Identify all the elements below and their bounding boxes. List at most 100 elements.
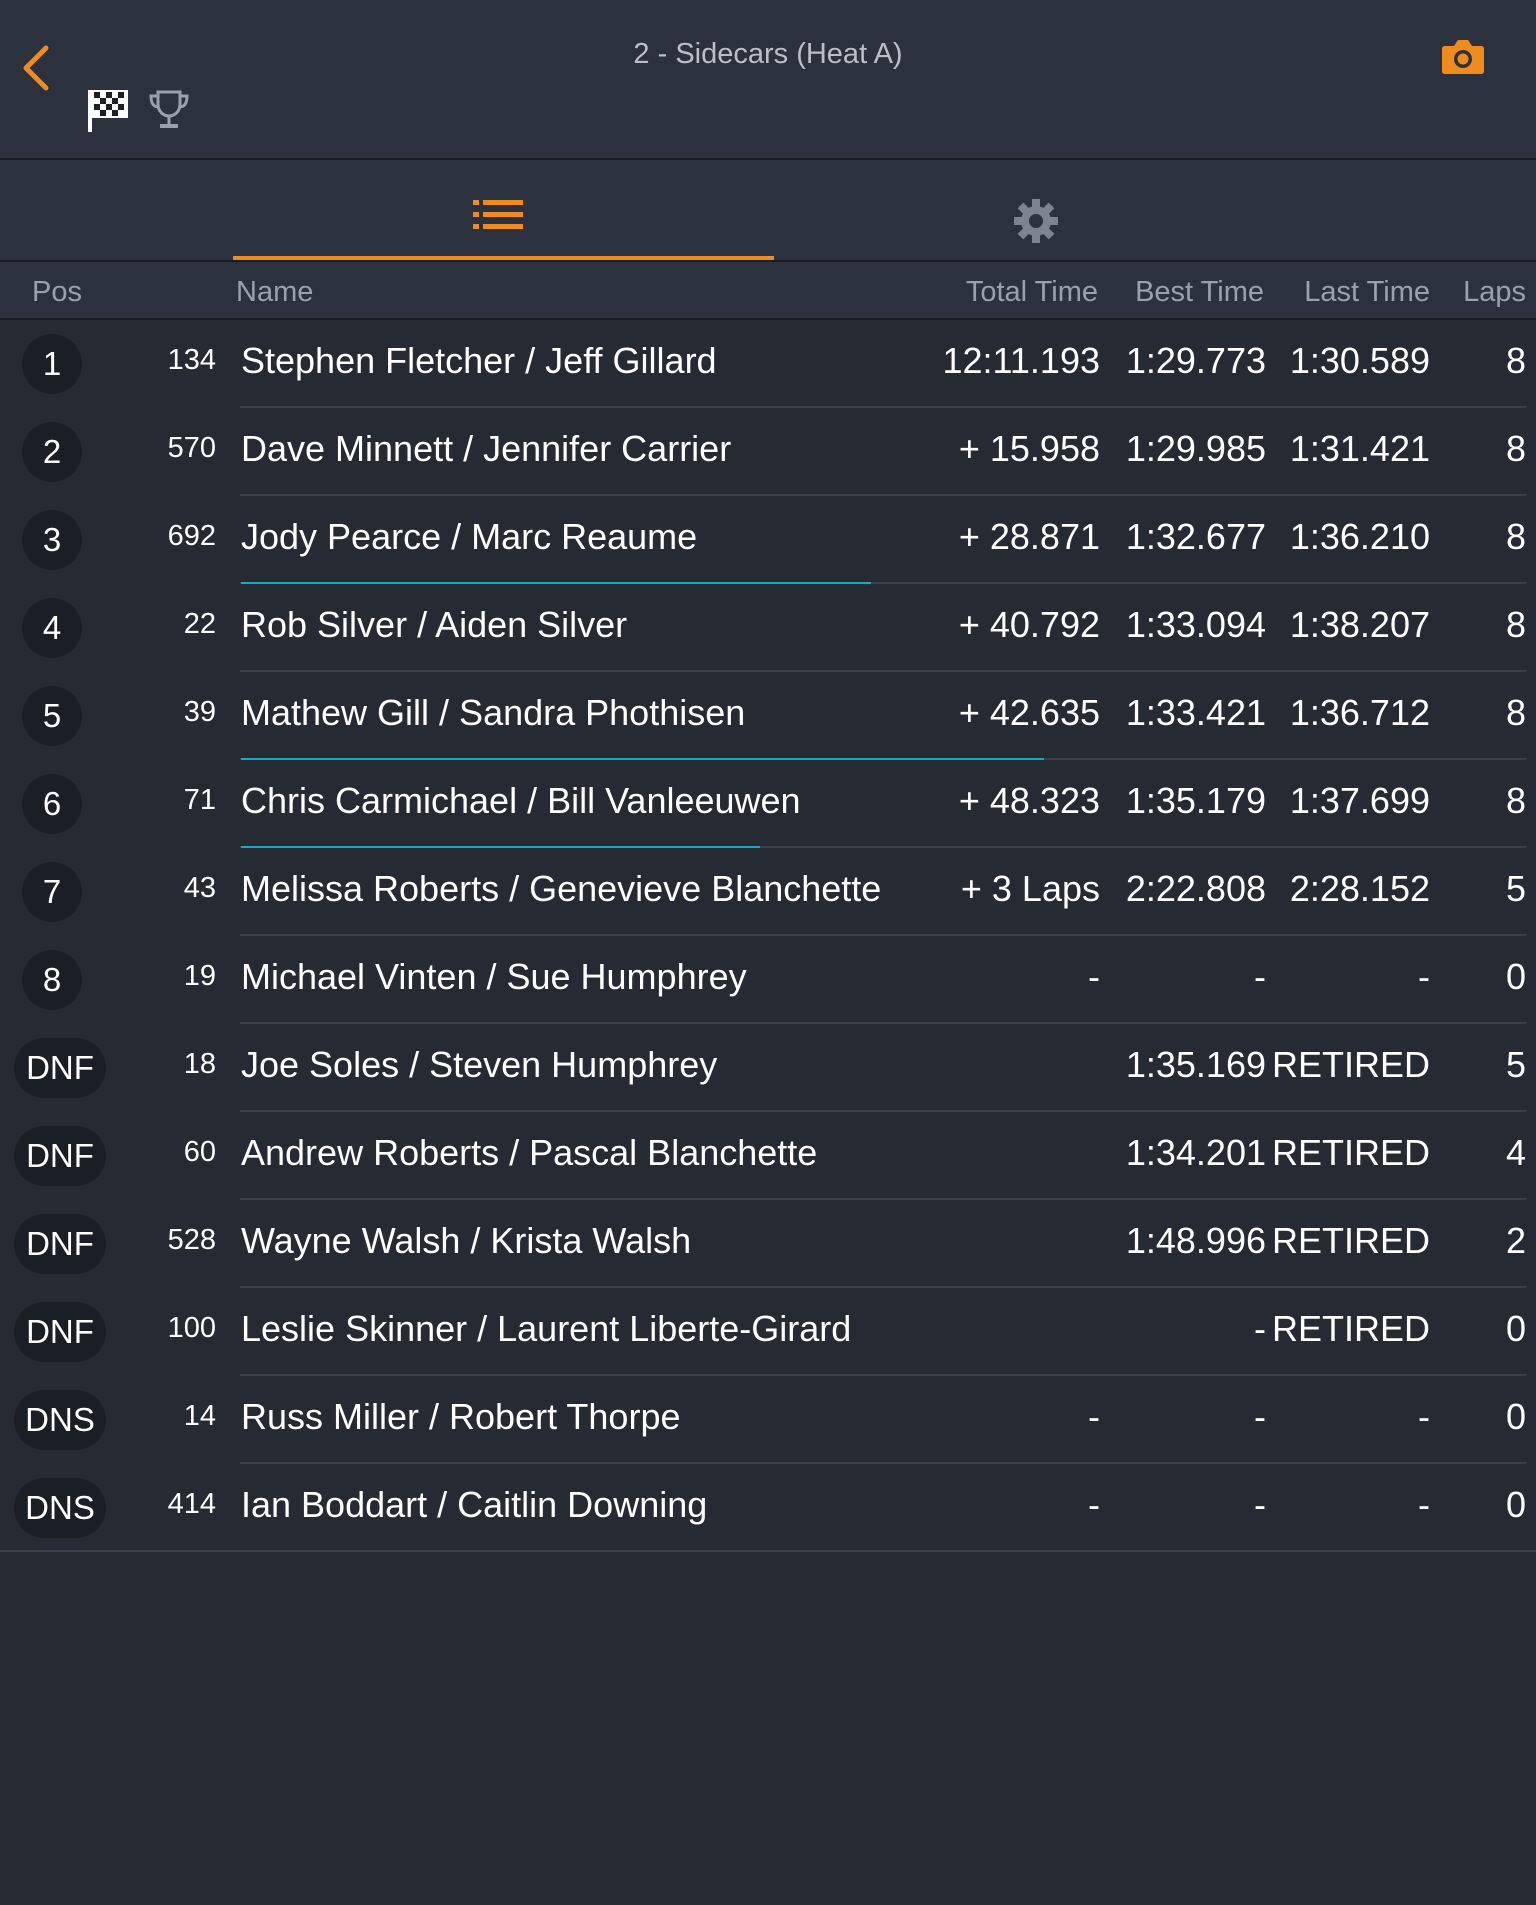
col-pos: Pos [32, 276, 82, 308]
col-laps: Laps [1463, 276, 1526, 308]
best-time: 1:35.179 [1125, 780, 1266, 821]
last-time: 1:37.699 [1289, 780, 1430, 821]
total-time: - [1088, 1484, 1100, 1525]
total-time: - [1088, 956, 1100, 997]
position-badge: DNF [14, 1126, 106, 1186]
trophy-icon[interactable] [148, 88, 190, 132]
competitor-names: Mathew Gill / Sandra Phothisen [241, 692, 746, 733]
laps: 0 [1505, 1484, 1526, 1525]
position-badge: 4 [22, 598, 82, 658]
col-last-time: Last Time [1304, 276, 1430, 308]
race-number: 18 [183, 1048, 216, 1080]
competitor-names: Michael Vinten / Sue Humphrey [241, 956, 747, 997]
competitor-names: Russ Miller / Robert Thorpe [241, 1396, 681, 1437]
competitor-names: Melissa Roberts / Genevieve Blanchette [241, 868, 882, 909]
race-number: 134 [167, 344, 216, 376]
last-time: 2:28.152 [1289, 868, 1430, 909]
last-time: 1:30.589 [1289, 340, 1430, 381]
last-time: RETIRED [1271, 1132, 1430, 1173]
best-time: 1:32.677 [1125, 516, 1266, 557]
race-number: 22 [183, 608, 216, 640]
table-row[interactable]: 3 692 Jody Pearce / Marc Reaume + 28.871 1:3… [0, 496, 1536, 584]
table-row[interactable]: DNF 528 Wayne Walsh / Krista Walsh 1:48.996… [0, 1200, 1536, 1288]
race-number: 100 [167, 1312, 216, 1344]
table-row[interactable]: DNS 414 Ian Boddart / Caitlin Downing - - - 0 [0, 1464, 1536, 1552]
col-best-time: Best Time [1135, 276, 1264, 308]
list-icon [473, 200, 523, 229]
last-time: RETIRED [1271, 1044, 1430, 1085]
table-row[interactable]: 8 19 Michael Vinten / Sue Humphrey - - - 0 [0, 936, 1536, 1024]
laps: 8 [1505, 428, 1526, 469]
col-name: Name [236, 276, 314, 308]
best-time: 1:29.985 [1125, 428, 1266, 469]
table-row[interactable]: 2 570 Dave Minnett / Jennifer Carrier + 15.… [0, 408, 1536, 496]
position-badge: DNS [14, 1478, 106, 1538]
laps: 5 [1505, 868, 1526, 909]
table-row[interactable]: 6 71 Chris Carmichael / Bill Vanleeuwen + 4… [0, 760, 1536, 848]
results-page: 2 - Sidecars (Heat A) Pos Name Total Tim… [0, 0, 1536, 1905]
competitor-names: Joe Soles / Steven Humphrey [241, 1044, 718, 1085]
position-badge: 7 [22, 862, 82, 922]
tab-bar [0, 160, 1536, 262]
position-badge: DNS [14, 1390, 106, 1450]
gear-icon [1014, 199, 1058, 243]
col-total-time: Total Time [965, 276, 1098, 308]
table-row[interactable]: 5 39 Mathew Gill / Sandra Phothisen + 42.63… [0, 672, 1536, 760]
race-number: 19 [183, 960, 216, 992]
last-time: 1:36.712 [1289, 692, 1430, 733]
total-time: + 40.792 [958, 604, 1100, 645]
laps: 0 [1505, 1308, 1526, 1349]
best-time: - [1254, 956, 1266, 997]
table-row[interactable]: DNF 18 Joe Soles / Steven Humphrey 1:35.169… [0, 1024, 1536, 1112]
competitor-names: Rob Silver / Aiden Silver [241, 604, 628, 645]
best-time: 1:33.094 [1125, 604, 1266, 645]
position-badge: 8 [22, 950, 82, 1010]
best-time: - [1254, 1396, 1266, 1437]
position-badge: 5 [22, 686, 82, 746]
best-time: 1:35.169 [1125, 1044, 1266, 1085]
tab-settings[interactable] [774, 160, 1315, 260]
total-time: + 28.871 [958, 516, 1100, 557]
best-time: 2:22.808 [1125, 868, 1266, 909]
total-time: + 48.323 [958, 780, 1100, 821]
last-time: 1:38.207 [1289, 604, 1430, 645]
laps: 2 [1505, 1220, 1526, 1261]
last-time: 1:31.421 [1289, 428, 1430, 469]
race-number: 414 [167, 1488, 216, 1520]
best-time: - [1254, 1308, 1266, 1349]
laps: 0 [1505, 1396, 1526, 1437]
best-time: 1:48.996 [1125, 1220, 1266, 1261]
table-row[interactable]: 1 134 Stephen Fletcher / Jeff Gillard 12:11… [0, 320, 1536, 408]
table-row[interactable]: DNS 14 Russ Miller / Robert Thorpe - - - 0 [0, 1376, 1536, 1464]
tab-results-list[interactable] [233, 160, 774, 260]
competitor-names: Andrew Roberts / Pascal Blanchette [241, 1132, 818, 1173]
results-list: 1 134 Stephen Fletcher / Jeff Gillard 12:11… [0, 320, 1536, 1552]
laps: 0 [1505, 956, 1526, 997]
laps: 5 [1505, 1044, 1526, 1085]
laps: 4 [1505, 1132, 1526, 1173]
laps: 8 [1505, 780, 1526, 821]
competitor-names: Chris Carmichael / Bill Vanleeuwen [241, 780, 801, 821]
total-time: - [1088, 1396, 1100, 1437]
race-number: 60 [183, 1136, 216, 1168]
table-row[interactable]: DNF 60 Andrew Roberts / Pascal Blanchette 1… [0, 1112, 1536, 1200]
last-time: RETIRED [1271, 1308, 1430, 1349]
camera-icon[interactable] [1441, 36, 1485, 76]
best-time: - [1254, 1484, 1266, 1525]
total-time: 12:11.193 [942, 340, 1100, 381]
position-badge: DNF [14, 1214, 106, 1274]
table-row[interactable]: 4 22 Rob Silver / Aiden Silver + 40.792 1:33… [0, 584, 1536, 672]
table-row[interactable]: DNF 100 Leslie Skinner / Laurent Liberte-G… [0, 1288, 1536, 1376]
header-bar: 2 - Sidecars (Heat A) [0, 0, 1536, 160]
laps: 8 [1505, 516, 1526, 557]
race-number: 692 [167, 520, 216, 552]
best-time: 1:34.201 [1125, 1132, 1266, 1173]
last-time: - [1418, 1484, 1430, 1525]
last-time: - [1418, 956, 1430, 997]
race-number: 528 [167, 1224, 216, 1256]
competitor-names: Dave Minnett / Jennifer Carrier [241, 428, 732, 469]
table-row[interactable]: 7 43 Melissa Roberts / Genevieve Blanchett… [0, 848, 1536, 936]
competitor-names: Wayne Walsh / Krista Walsh [241, 1220, 692, 1261]
active-tab-indicator [233, 256, 774, 260]
race-number: 43 [183, 872, 216, 904]
